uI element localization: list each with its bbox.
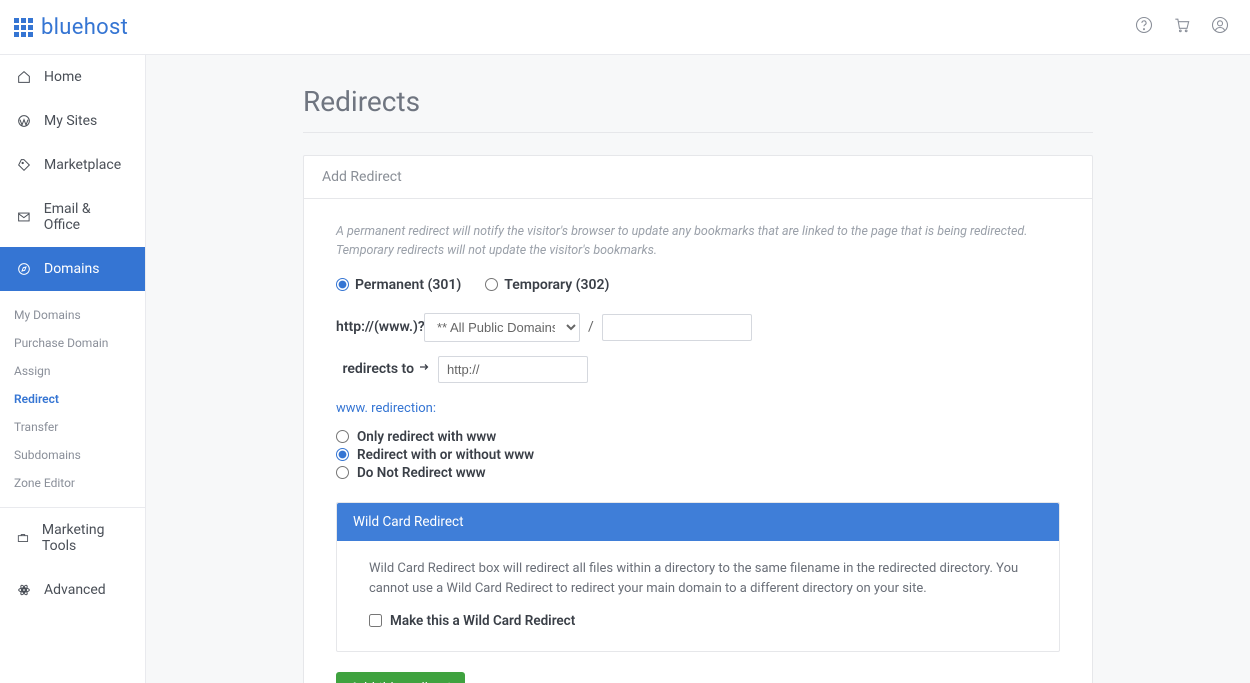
subnav-subdomains[interactable]: Subdomains <box>14 441 145 469</box>
sidebar-item-marketplace[interactable]: Marketplace <box>0 143 145 187</box>
topbar: bluehost <box>0 0 1250 55</box>
wordpress-icon <box>16 113 32 129</box>
wildcard-checkbox-row[interactable]: Make this a Wild Card Redirect <box>369 613 1027 629</box>
www-radio-none[interactable] <box>336 466 349 479</box>
sidebar-item-label: Domains <box>44 261 99 277</box>
brand[interactable]: bluehost <box>14 15 128 40</box>
tag-icon <box>16 157 32 173</box>
help-icon[interactable] <box>1134 15 1154 39</box>
radio-permanent[interactable]: Permanent (301) <box>336 277 461 293</box>
brand-text: bluehost <box>41 15 128 40</box>
sidebar-item-my-sites[interactable]: My Sites <box>0 99 145 143</box>
main-content: Redirects Add Redirect A permanent redir… <box>146 55 1250 683</box>
sidebar-item-email-office[interactable]: Email & Office <box>0 187 145 247</box>
subnav-purchase-domain[interactable]: Purchase Domain <box>14 329 145 357</box>
logo-icon <box>14 18 33 37</box>
atom-icon <box>16 582 32 598</box>
subnav-domains: My Domains Purchase Domain Assign Redire… <box>0 291 145 508</box>
user-icon[interactable] <box>1210 15 1230 39</box>
www-radio-both[interactable] <box>336 448 349 461</box>
www-option-none[interactable]: Do Not Redirect www <box>336 464 1060 482</box>
mail-icon <box>16 209 32 225</box>
www-radio-only[interactable] <box>336 430 349 443</box>
radio-temporary-label: Temporary (302) <box>504 277 609 293</box>
topbar-actions <box>1134 15 1230 39</box>
subnav-redirect[interactable]: Redirect <box>14 385 145 413</box>
www-option-both-label: Redirect with or without www <box>357 447 534 463</box>
www-section-label: www. redirection: <box>336 401 1060 416</box>
home-icon <box>16 69 32 85</box>
sidebar-item-home[interactable]: Home <box>0 55 145 99</box>
wildcard-checkbox[interactable] <box>369 614 382 627</box>
radio-permanent-label: Permanent (301) <box>355 277 461 293</box>
sidebar-item-marketing-tools[interactable]: Marketing Tools <box>0 508 145 568</box>
briefcase-icon <box>16 530 30 546</box>
add-redirect-button[interactable]: Add this redirect <box>336 672 465 683</box>
wildcard-header: Wild Card Redirect <box>337 503 1059 541</box>
sidebar-item-label: Marketplace <box>44 157 121 173</box>
www-options: Only redirect with www Redirect with or … <box>336 428 1060 482</box>
sidebar-item-label: Home <box>44 69 82 85</box>
helper-text: A permanent redirect will notify the vis… <box>336 223 1060 261</box>
redirect-type-row: Permanent (301) Temporary (302) <box>336 277 1060 293</box>
source-row: http://(www.)? ** All Public Domains ** … <box>336 313 1060 342</box>
wildcard-box: Wild Card Redirect Wild Card Redirect bo… <box>336 502 1060 652</box>
sidebar-item-domains[interactable]: Domains <box>0 247 145 291</box>
target-row: redirects to <box>336 356 1060 383</box>
wildcard-description: Wild Card Redirect box will redirect all… <box>369 559 1027 599</box>
radio-permanent-input[interactable] <box>336 278 349 291</box>
www-option-only[interactable]: Only redirect with www <box>336 428 1060 446</box>
www-option-none-label: Do Not Redirect www <box>357 465 486 481</box>
radio-temporary[interactable]: Temporary (302) <box>485 277 609 293</box>
add-redirect-card: Add Redirect A permanent redirect will n… <box>303 155 1093 683</box>
sidebar-item-label: My Sites <box>44 113 97 129</box>
card-header: Add Redirect <box>304 156 1092 199</box>
sidebar-item-label: Marketing Tools <box>42 522 129 554</box>
redirects-to-input[interactable] <box>438 356 588 383</box>
http-prefix-label: http://(www.)? <box>336 319 416 335</box>
subnav-transfer[interactable]: Transfer <box>14 413 145 441</box>
compass-icon <box>16 261 32 277</box>
www-option-both[interactable]: Redirect with or without www <box>336 446 1060 464</box>
sidebar-item-label: Email & Office <box>44 201 129 233</box>
sidebar-item-label: Advanced <box>44 582 106 598</box>
cart-icon[interactable] <box>1172 15 1192 39</box>
slash-separator: / <box>588 319 594 335</box>
page-title: Redirects <box>303 85 1093 118</box>
arrow-right-icon <box>418 361 430 377</box>
wildcard-checkbox-label: Make this a Wild Card Redirect <box>390 613 575 629</box>
radio-temporary-input[interactable] <box>485 278 498 291</box>
subnav-my-domains[interactable]: My Domains <box>14 301 145 329</box>
sidebar-item-advanced[interactable]: Advanced <box>0 568 145 612</box>
redirects-to-text: redirects to <box>342 361 414 377</box>
subnav-zone-editor[interactable]: Zone Editor <box>14 469 145 497</box>
redirects-to-label: redirects to <box>336 361 430 377</box>
sidebar: Home My Sites Marketplace Email & Office… <box>0 55 146 683</box>
www-option-only-label: Only redirect with www <box>357 429 496 445</box>
path-input[interactable] <box>602 314 752 341</box>
domain-select[interactable]: ** All Public Domains ** <box>424 313 580 342</box>
subnav-assign[interactable]: Assign <box>14 357 145 385</box>
title-divider <box>303 132 1093 133</box>
